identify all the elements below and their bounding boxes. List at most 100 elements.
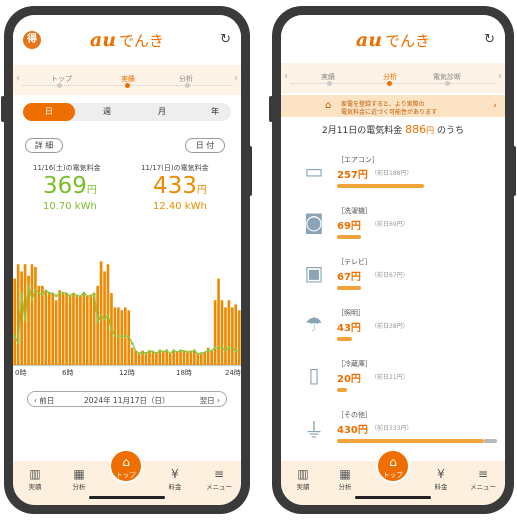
home-indicator: [89, 496, 165, 499]
nav-ryokin[interactable]: ¥ 料金: [157, 467, 193, 491]
yen-icon: ¥: [437, 467, 445, 481]
nav-jisseki[interactable]: ▥ 実績: [17, 467, 53, 491]
tab-left-arrow-icon[interactable]: ‹: [284, 71, 288, 82]
current-date: 2024年 11月17日（日）: [84, 396, 170, 405]
appliance-share-bar: [337, 235, 361, 239]
chart-line-point: [213, 346, 217, 350]
chart-line-point: [172, 349, 176, 352]
appliance-row[interactable]: ☂ ［照明］ 43円 （前日38円）: [291, 308, 497, 364]
nav-top-button[interactable]: ⌂ トップ: [376, 449, 410, 483]
analysis-icon: ▦: [73, 467, 85, 481]
chart-bar: [158, 350, 162, 365]
nav-ryokin[interactable]: ¥ 料金: [423, 467, 459, 491]
chart-x-tick: 18時: [176, 369, 192, 377]
nav-menu[interactable]: ≡ メニュー: [201, 467, 237, 491]
phone-side-button: [248, 146, 252, 196]
appliance-prev-cost: （前日333円）: [371, 425, 413, 432]
tab-dot: [185, 83, 190, 88]
nav-top-button[interactable]: ⌂ トップ: [109, 449, 143, 483]
chart-bar: [189, 350, 193, 365]
refresh-icon[interactable]: ↻: [484, 32, 495, 47]
chart-bar: [175, 352, 179, 365]
tab-bar: ‹ トップ 実績 分析 ›: [13, 65, 241, 95]
chart-line-point: [123, 334, 127, 338]
bar-chart-icon: ▥: [297, 467, 309, 481]
tab-right-arrow-icon[interactable]: ›: [498, 71, 502, 82]
chart-bar: [96, 285, 99, 365]
bottom-nav: ▥ 実績 ▦ 分析 ⌂ トップ ¥ 料金 ≡ メニュー: [13, 449, 241, 505]
appliance-share-bar: [337, 439, 484, 443]
chart-line-point: [20, 291, 24, 295]
chart-bar: [199, 353, 203, 365]
appliance-prev-cost: （前日188円）: [371, 170, 413, 177]
segment-day[interactable]: 日: [23, 103, 75, 121]
notice-banner[interactable]: ⌂ 家電を登録すると、より実際の 電気料金に近づく可能性があります ›: [281, 95, 505, 117]
chart-line-point: [137, 352, 141, 355]
detail-button[interactable]: 詳 細: [25, 138, 63, 153]
chart-bar: [237, 310, 241, 365]
chart-bar: [193, 350, 196, 365]
chart-bar: [54, 300, 58, 365]
appliance-share-bar: [337, 286, 361, 290]
au-denki-logo: au でんき: [355, 29, 431, 51]
date-button[interactable]: 日 付: [185, 138, 225, 153]
chart-line-point: [206, 349, 210, 352]
appliance-row[interactable]: ▣ ［テレビ］ 67円 （前日67円）: [291, 257, 497, 313]
prev-day-button[interactable]: ‹ 前日: [34, 395, 54, 406]
chart-bar: [179, 350, 182, 365]
chart-line-point: [61, 291, 65, 295]
chart-bar: [34, 267, 37, 365]
date-navigator: ‹ 前日 2024年 11月17日（日） 翌日 ›: [27, 391, 227, 407]
appliance-share-bar-rest: [484, 439, 497, 443]
nav-menu[interactable]: ≡ メニュー: [465, 467, 501, 491]
chart-bar: [13, 278, 17, 365]
chart-bar: [234, 304, 238, 365]
appliance-row[interactable]: ▭ ［エアコン］ 257円 （前日188円）: [291, 155, 497, 211]
segment-month[interactable]: 月: [158, 106, 166, 117]
nav-jisseki[interactable]: ▥ 実績: [285, 467, 321, 491]
day1-cost: 369円: [43, 173, 97, 199]
appliance-prev-cost: （前日69円）: [371, 221, 409, 228]
day2-kwh: 12.40 kWh: [153, 201, 207, 212]
chart-bar: [224, 307, 227, 365]
appliance-row[interactable]: ◙ ［洗濯機］ 69円 （前日69円）: [291, 206, 497, 262]
day1-caption: 11/16(土)の電気料金: [33, 164, 101, 172]
chart-x-tick: 24時: [225, 369, 241, 377]
left-phone: 得 au でんき ↻ ‹ トップ 実績 分析 › 日 週 月 年 詳 細 日 付 …: [1, 6, 252, 514]
washing-machine-icon: ◙: [304, 210, 324, 234]
appliance-share-bar: [337, 337, 352, 341]
day2-cost: 433円: [153, 173, 207, 199]
appliance-share-bar: [337, 184, 424, 188]
chart-line-point: [34, 288, 37, 292]
appliance-row[interactable]: ▯ ［冷蔵庫］ 20円 （前日21円）: [291, 359, 497, 415]
refresh-icon[interactable]: ↻: [220, 32, 231, 47]
chart-bar: [130, 347, 134, 365]
chart-bar: [99, 261, 103, 365]
tab-right-arrow-icon[interactable]: ›: [234, 73, 238, 84]
next-day-button[interactable]: 翌日 ›: [200, 395, 220, 406]
chart-bar: [231, 307, 234, 365]
tab-dot-active: [125, 83, 130, 88]
phone-side-button: [269, 96, 273, 122]
nav-bunseki[interactable]: ▦ 分析: [61, 467, 97, 491]
nav-bunseki[interactable]: ▦ 分析: [327, 467, 363, 491]
yen-icon: ¥: [171, 467, 179, 481]
appliance-cost: 67円: [337, 272, 361, 283]
light-icon: ☂: [305, 312, 323, 336]
chart-line-point: [110, 327, 113, 331]
chart-bar: [217, 278, 220, 365]
segment-week[interactable]: 週: [103, 106, 111, 117]
appliance-icon: ⌂: [325, 100, 332, 111]
chart-bar: [65, 293, 68, 365]
chart-x-tick: 0時: [15, 369, 26, 377]
tab-divider: [291, 83, 495, 84]
tab-top[interactable]: トップ: [51, 74, 72, 84]
tab-dot: [327, 81, 332, 86]
appliance-prev-cost: （前日21円）: [371, 374, 409, 381]
chart-line-point: [227, 346, 231, 350]
chart-line-point: [144, 352, 148, 355]
tab-left-arrow-icon[interactable]: ‹: [16, 73, 20, 84]
segment-year[interactable]: 年: [211, 106, 219, 117]
chart-bar: [89, 295, 93, 365]
chart-bar: [182, 350, 186, 365]
